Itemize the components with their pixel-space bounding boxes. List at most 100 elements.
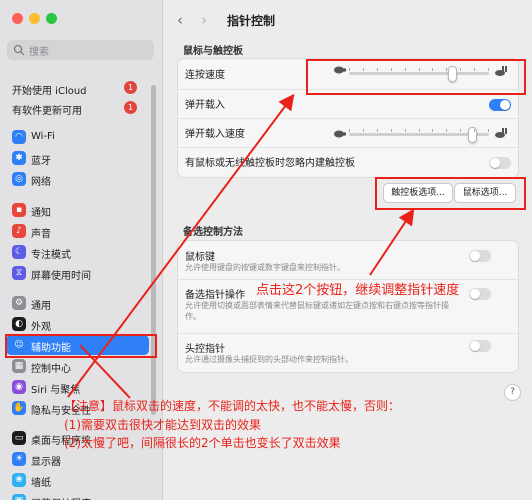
minimize-window-button[interactable] [29, 13, 40, 24]
sidebar-item-label: 通用 [31, 301, 51, 312]
page-title: 指针控制 [227, 14, 276, 28]
sidebar-item-icon: ◎ [12, 172, 26, 186]
sidebar-item-label: 控制中心 [31, 364, 71, 375]
alt-control-card: 鼠标键 允许使用键盘的按键或数字键盘来控制指针。 备选指针操作 允许使用切换或面… [177, 240, 519, 373]
alt-pointer-label: 备选指针操作 [185, 290, 245, 301]
mouse-keys-row: 鼠标键 允许使用键盘的按键或数字键盘来控制指针。 [178, 241, 518, 280]
sidebar-item-icon: ❀ [12, 473, 26, 487]
sidebar-item-label: 屏幕保护程序 [31, 495, 91, 500]
sidebar-item-icon: ⚙ [12, 296, 26, 310]
zoom-window-button[interactable] [46, 13, 57, 24]
sidebar-item-icon: ▦ [12, 359, 26, 373]
spring-loading-speed-slider[interactable] [349, 127, 489, 143]
head-pointer-toggle[interactable] [469, 340, 491, 352]
sidebar-item-label: 外观 [31, 322, 51, 333]
slider-tick [405, 129, 406, 132]
sidebar-item-label: 蓝牙 [31, 156, 51, 167]
annotation-note-line1: 【注意】鼠标双击的速度，不能调的太快，也不能太慢，否则： [64, 399, 401, 413]
sidebar-item-icon: ▣ [12, 494, 26, 500]
ignore-trackpad-row: 有鼠标或无线触控板时忽略内建触控板 [178, 147, 518, 177]
sidebar-item[interactable]: ⧖ 屏幕使用时间 [6, 263, 149, 283]
sidebar-item[interactable]: ◎ 网络 [6, 169, 149, 189]
sidebar-item-label: 网络 [31, 177, 51, 188]
slider-tick [391, 129, 392, 132]
sidebar-item[interactable]: ☾ 专注模式 [6, 242, 149, 262]
slider-tick [488, 129, 489, 132]
sidebar-item-label: 通知 [31, 208, 51, 219]
forward-chevron-icon[interactable]: › [201, 11, 207, 29]
rabbit-icon [495, 128, 507, 138]
slider-tick [363, 129, 364, 132]
toggle-knob [470, 289, 480, 299]
annotation-box-speed-slider [306, 59, 526, 95]
software-update-item[interactable]: 有软件更新可用 [12, 102, 82, 117]
sidebar-item[interactable]: ⚙ 通用 [6, 293, 149, 313]
sidebar-item[interactable]: ▣ 屏幕保护程序 [6, 491, 149, 500]
annotation-buttons-note: 点击这2个按钮，继续调整指针速度 [256, 283, 460, 298]
spring-loading-speed-label: 弹开载入速度 [185, 129, 245, 140]
sidebar-item-label: 显示器 [31, 457, 61, 468]
toggle-knob [490, 158, 500, 168]
spring-loading-label: 弹开载入 [185, 100, 225, 111]
slider-knob[interactable] [468, 127, 477, 143]
sidebar-item-icon: ▪ [12, 203, 26, 217]
search-input[interactable]: 搜索 [7, 40, 154, 60]
sidebar-item-icon: ☀ [12, 452, 26, 466]
annotation-note-line3: (2)太慢了吧，间隔很长的2个单击也变长了双击效果 [64, 436, 341, 450]
account-icloud-item[interactable]: 开始使用 iCloud [12, 82, 87, 97]
alt-pointer-desc: 允许使用切换或面部表情来代替鼠标键或诸如左键点按和右键点按等指针操作。 [185, 301, 449, 321]
alt-pointer-toggle[interactable] [469, 288, 491, 300]
mouse-keys-toggle[interactable] [469, 250, 491, 262]
close-window-button[interactable] [12, 13, 23, 24]
annotation-note-line2: (1)需要双击很快才能达到双击的效果 [64, 418, 261, 432]
turtle-icon [334, 130, 347, 138]
sidebar-item[interactable]: ▦ 控制中心 [6, 356, 149, 376]
annotation-box-accessibility [5, 334, 157, 358]
sidebar-item-label: 墙纸 [31, 478, 51, 489]
slider-tick [419, 129, 420, 132]
search-placeholder: 搜索 [29, 47, 49, 58]
help-button[interactable]: ? [504, 384, 521, 401]
sidebar-item-icon: ▭ [12, 431, 26, 445]
slider-tick [474, 129, 475, 132]
sidebar-item[interactable]: ☀ 显示器 [6, 449, 149, 469]
sidebar-item-label: 声音 [31, 229, 51, 240]
section-title-mouse-trackpad: 鼠标与触控板 [183, 46, 243, 57]
head-pointer-row: 头控指针 允许通过摄像头捕捉到的头部动作来控制指针。 [178, 333, 518, 372]
slider-tick [432, 129, 433, 132]
sidebar-item-icon: ✋ [12, 401, 26, 415]
toggle-knob [470, 341, 480, 351]
head-pointer-desc: 允许通过摄像头捕捉到的头部动作来控制指针。 [185, 355, 353, 364]
sidebar-scrollbar[interactable] [151, 85, 156, 415]
spring-loading-toggle[interactable] [489, 99, 511, 111]
sidebar-item-icon: ⧖ [12, 266, 26, 280]
annotation-box-option-buttons [375, 177, 526, 210]
sidebar-item-icon: ☾ [12, 245, 26, 259]
sidebar-item[interactable]: ❀ 墙纸 [6, 470, 149, 490]
section-title-alt-control: 备选控制方法 [183, 227, 243, 238]
sidebar-item-label: Wi-Fi [31, 131, 55, 142]
sidebar-item[interactable]: ◉ Siri 与聚焦 [6, 377, 149, 397]
mouse-keys-label: 鼠标键 [185, 252, 215, 263]
notification-badge: 1 [124, 81, 137, 94]
system-settings-window: 搜索 开始使用 iCloud 1 有软件更新可用 1 ◠ Wi-Fi ✱ 蓝牙 ◎ 网络 ▪… [0, 0, 532, 500]
sidebar-item-icon: ✱ [12, 151, 26, 165]
sidebar-item[interactable]: ◠ Wi-Fi [6, 127, 149, 147]
ignore-trackpad-toggle[interactable] [489, 157, 511, 169]
sidebar-item[interactable]: ✱ 蓝牙 [6, 148, 149, 168]
head-pointer-label: 头控指针 [185, 344, 225, 355]
sidebar-item-icon: ◉ [12, 380, 26, 394]
sidebar-item[interactable]: ♪ 声音 [6, 221, 149, 241]
sidebar-item[interactable]: ▪ 通知 [6, 200, 149, 220]
slider-tick [460, 129, 461, 132]
sidebar-item[interactable]: ◐ 外观 [6, 314, 149, 334]
sidebar-item-icon: ◐ [12, 317, 26, 331]
mouse-keys-desc: 允许使用键盘的按键或数字键盘来控制指针。 [185, 263, 345, 272]
sidebar-item-icon: ♪ [12, 224, 26, 238]
search-icon [13, 44, 25, 56]
back-chevron-icon[interactable]: ‹ [177, 11, 183, 29]
sidebar-item-icon: ◠ [12, 130, 26, 144]
slider-tick [377, 129, 378, 132]
sidebar-item-label: 专注模式 [31, 250, 71, 261]
slider-tick [349, 129, 350, 132]
